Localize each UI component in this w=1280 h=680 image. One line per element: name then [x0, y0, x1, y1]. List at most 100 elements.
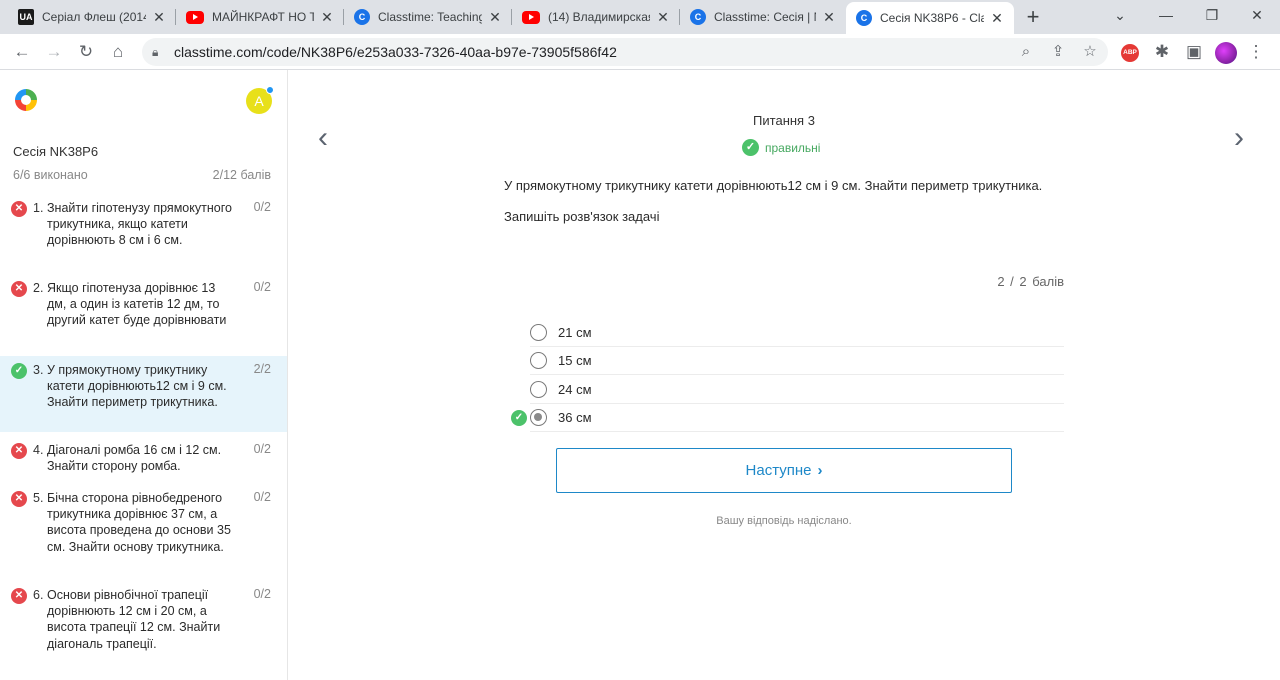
question-list-item-3-selected[interactable]: ✓ 3. У прямокутному трикутнику катети до… — [0, 356, 287, 432]
question-score: 0/2 — [253, 442, 271, 456]
question-instruction: Запишіть розв'язок задачі — [504, 209, 660, 224]
question-text: Основи рівнобічної трапеції дорівнюють 1… — [47, 588, 221, 651]
next-button-label: Наступне — [745, 462, 812, 479]
next-button[interactable]: Наступне › — [556, 448, 1012, 493]
wrong-icon: ✕ — [11, 281, 27, 297]
radio-button[interactable] — [530, 381, 547, 398]
question-score: 2/2 — [253, 362, 271, 376]
answer-option-4[interactable]: ✓ 36 см — [511, 404, 1064, 432]
radio-button[interactable] — [530, 324, 547, 341]
close-icon[interactable]: ✕ — [320, 9, 334, 26]
wrong-icon: ✕ — [11, 443, 27, 459]
radio-button-selected[interactable] — [530, 409, 547, 426]
youtube-icon — [522, 10, 540, 24]
tab-title: Classtime: Teaching — [378, 10, 482, 24]
option-label: 24 см — [558, 382, 592, 397]
option-label: 36 см — [558, 410, 592, 425]
browser-tab-1[interactable]: UA Серіал Флеш (2014 ✕ — [8, 0, 176, 34]
correct-check-icon: ✓ — [511, 410, 527, 426]
answer-option-3[interactable]: 24 см — [530, 376, 1064, 404]
close-icon[interactable]: ✕ — [488, 9, 502, 26]
close-icon[interactable]: ✕ — [822, 9, 836, 26]
question-number: 2. — [33, 281, 44, 295]
restore-icon[interactable]: ❐ — [1189, 0, 1235, 34]
close-window-icon[interactable]: ✕ — [1234, 0, 1280, 34]
answer-option-2[interactable]: 15 см — [530, 347, 1064, 375]
share-icon[interactable]: ⇪ — [1046, 38, 1070, 66]
close-icon[interactable]: ✕ — [990, 10, 1004, 27]
check-icon: ✓ — [742, 139, 759, 156]
question-list-item-1[interactable]: ✕ 1. Знайти гіпотенузу прямокутного трик… — [0, 191, 287, 270]
youtube-icon — [186, 10, 204, 24]
browser-tab-5[interactable]: C Classtime: Сесія | N ✕ — [680, 0, 846, 34]
chevron-right-icon: › — [817, 462, 823, 479]
question-number: 5. — [33, 491, 44, 505]
question-score: 0/2 — [253, 280, 271, 294]
question-number: 1. — [33, 201, 44, 215]
menu-kebab-icon[interactable]: ⋮ — [1242, 38, 1270, 66]
tab-title: Classtime: Сесія | N — [714, 10, 816, 24]
question-title: Питання 3 — [753, 113, 815, 128]
question-text: У прямокутному трикутнику катети дорівню… — [504, 178, 1043, 193]
tab-title: Серіал Флеш (2014 — [42, 10, 146, 24]
question-list-item-4[interactable]: ✕ 4. Діагоналі ромба 16 см і 12 см. Знай… — [0, 432, 287, 480]
browser-tab-2[interactable]: МАЙНКРАФТ НО Т ✕ — [176, 0, 344, 34]
home-icon[interactable]: ⌂ — [104, 38, 132, 66]
option-label: 15 см — [558, 353, 592, 368]
question-text: Діагоналі ромба 16 см і 12 см. Знайти ст… — [47, 443, 222, 474]
side-panel-icon[interactable]: ▣ — [1180, 38, 1208, 66]
check-icon: ✓ — [11, 363, 27, 379]
status-label: правильні — [765, 140, 821, 155]
status-badge: ✓ правильні — [742, 139, 820, 156]
next-question-chevron-icon[interactable]: › — [1234, 123, 1244, 153]
question-list-item-2[interactable]: ✕ 2. Якщо гіпотенуза дорівнює 13 дм, а о… — [0, 270, 287, 355]
question-number: 4. — [33, 443, 44, 457]
tab-title: МАЙНКРАФТ НО Т — [212, 10, 314, 24]
question-score: 0/2 — [253, 200, 271, 214]
session-sidebar: A Сесія NK38P6 6/6 виконано 2/12 балів ✕… — [0, 70, 288, 680]
minimize-icon[interactable]: — — [1143, 0, 1189, 34]
url-text[interactable]: classtime.com/code/NK38P6/e253a033-7326-… — [174, 38, 617, 66]
question-list-item-5[interactable]: ✕ 5. Бічна сторона рівнобедреного трикут… — [0, 481, 287, 577]
profile-avatar[interactable] — [1215, 42, 1237, 64]
forward-icon[interactable]: → — [40, 38, 68, 66]
question-text: Якщо гіпотенуза дорівнює 13 дм, а один і… — [47, 281, 227, 328]
prev-question-chevron-icon[interactable]: ‹ — [318, 123, 328, 153]
progress-text: 6/6 виконано — [13, 168, 88, 182]
tab-search-icon[interactable]: ⌄ — [1097, 0, 1143, 34]
classtime-logo[interactable] — [15, 89, 37, 111]
question-number: 3. — [33, 363, 44, 377]
notification-dot — [266, 86, 274, 94]
option-label: 21 см — [558, 325, 592, 340]
classtime-icon: C — [354, 9, 370, 25]
question-score: 0/2 — [253, 490, 271, 504]
question-list-item-6[interactable]: ✕ 6. Основи рівнобічної трапеції дорівню… — [0, 578, 287, 658]
browser-tab-strip: UA Серіал Флеш (2014 ✕ МАЙНКРАФТ НО Т ✕ … — [0, 0, 1280, 34]
wrong-icon: ✕ — [11, 491, 27, 507]
submitted-note: Вашу відповідь надіслано. — [716, 515, 852, 527]
question-score: 0/2 — [253, 587, 271, 601]
adblock-extension-icon[interactable]: ABP — [1121, 44, 1139, 62]
browser-toolbar: ← → ↻ ⌂ 🔒︎ classtime.com/code/NK38P6/e25… — [0, 34, 1280, 70]
user-avatar[interactable]: A — [246, 86, 274, 114]
new-tab-button[interactable]: + — [1020, 4, 1046, 30]
question-text: У прямокутному трикутнику катети дорівню… — [47, 363, 227, 410]
radio-button[interactable] — [530, 352, 547, 369]
question-text: Бічна сторона рівнобедреного трикутника … — [47, 491, 231, 554]
back-icon[interactable]: ← — [8, 38, 36, 66]
zoom-search-icon[interactable]: ⌕ — [1014, 38, 1038, 66]
browser-tab-6-active[interactable]: C Сесія NK38P6 - Cla ✕ — [846, 2, 1014, 34]
question-text: Знайти гіпотенузу прямокутного трикутник… — [47, 201, 232, 248]
reload-icon[interactable]: ↻ — [72, 38, 100, 66]
address-bar[interactable]: 🔒︎ classtime.com/code/NK38P6/e253a033-73… — [142, 38, 1108, 66]
score-text: 2 / 2 балів — [997, 274, 1064, 289]
answer-option-1[interactable]: 21 см — [530, 319, 1064, 347]
browser-tab-3[interactable]: C Classtime: Teaching ✕ — [344, 0, 512, 34]
close-icon[interactable]: ✕ — [152, 9, 166, 26]
tab-title: (14) Владимирская — [548, 10, 650, 24]
extensions-puzzle-icon[interactable]: ✱ — [1148, 38, 1176, 66]
close-icon[interactable]: ✕ — [656, 9, 670, 26]
browser-tab-4[interactable]: (14) Владимирская ✕ — [512, 0, 680, 34]
bookmark-star-icon[interactable]: ☆ — [1078, 38, 1102, 66]
lock-icon[interactable]: 🔒︎ — [152, 38, 158, 66]
